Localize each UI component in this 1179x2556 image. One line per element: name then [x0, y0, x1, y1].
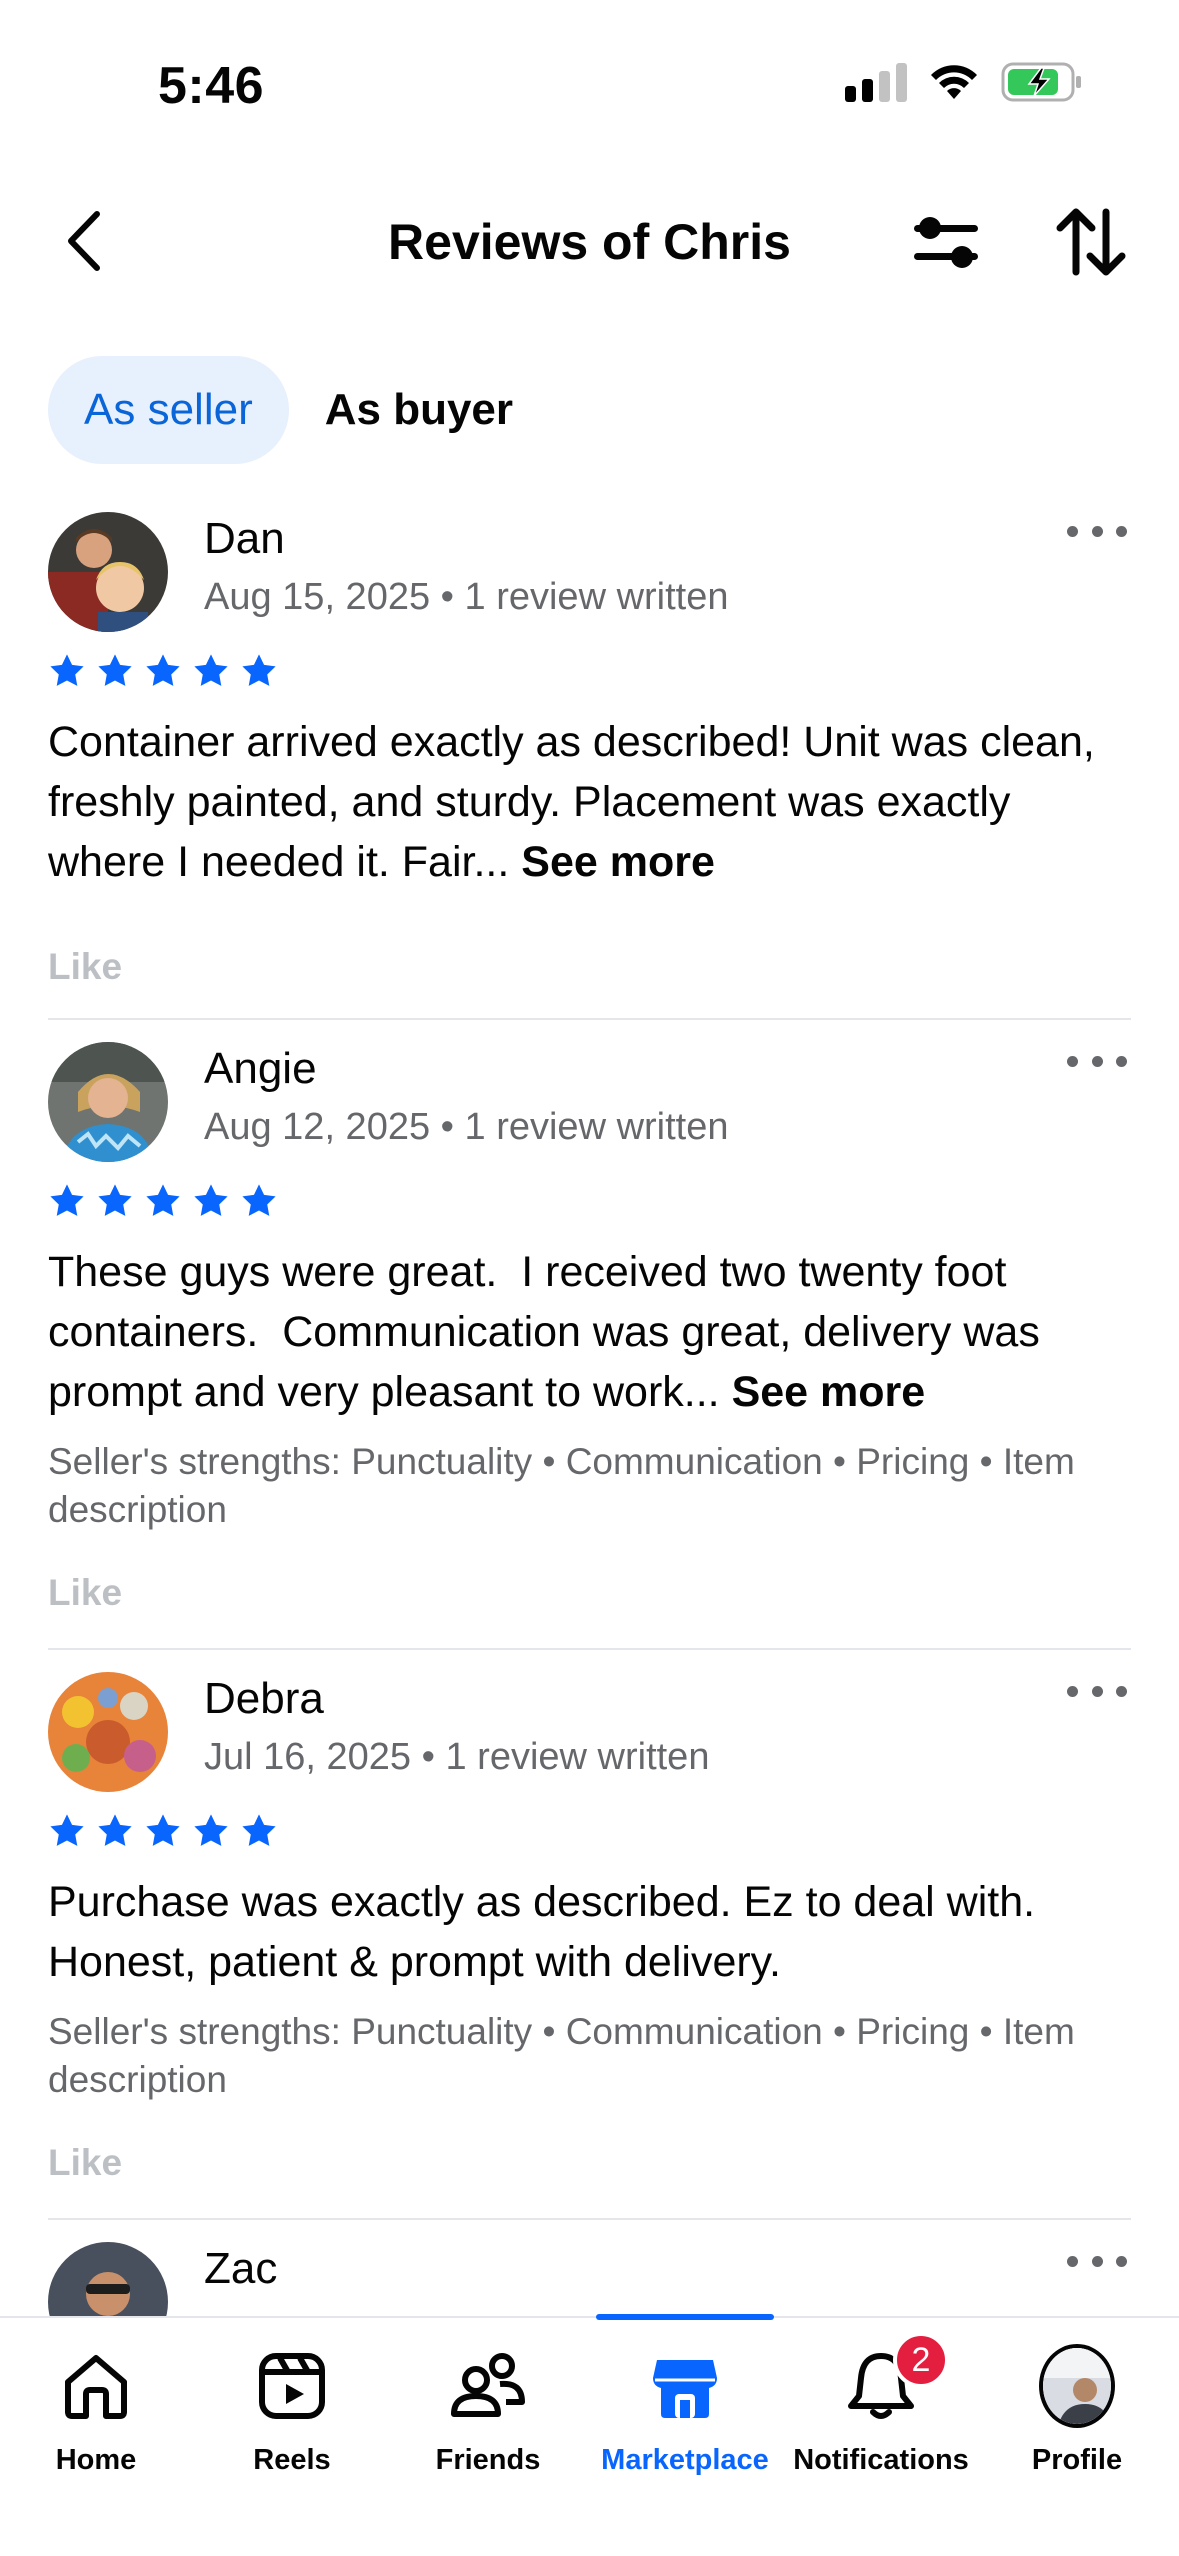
nav-friends[interactable]: Friends — [390, 2348, 586, 2477]
star-icon — [146, 654, 180, 686]
star-rating — [48, 652, 278, 690]
sort-button[interactable] — [1054, 206, 1128, 278]
home-icon — [65, 2355, 127, 2419]
review-meta: Jul 16, 2025 • 1 review written — [204, 1736, 710, 1778]
review-card: Debra Jul 16, 2025 • 1 review written Pu… — [48, 1650, 1131, 2220]
star-icon — [98, 654, 132, 686]
status-icons — [845, 62, 1083, 102]
battery-charging-icon — [1001, 62, 1081, 102]
wifi-icon — [931, 65, 977, 99]
star-icon — [98, 1814, 132, 1846]
like-button[interactable]: Like — [48, 946, 122, 988]
review-text: Container arrived exactly as described! … — [48, 712, 1131, 892]
bottom-navigation: Home Reels Friends Marketplace 2 Notific… — [0, 2314, 1179, 2556]
see-more-link[interactable]: See more — [521, 838, 715, 886]
star-icon — [194, 1184, 228, 1216]
reviews-page: 5:46 Reviews of Chris As seller As buyer… — [0, 0, 1179, 2556]
nav-marketplace[interactable]: Marketplace — [587, 2348, 783, 2477]
reviewer-name[interactable]: Angie — [204, 1044, 317, 1094]
notification-badge: 2 — [893, 2332, 949, 2388]
avatar[interactable] — [48, 1672, 168, 1792]
tab-as-buyer[interactable]: As buyer — [303, 356, 549, 464]
nav-notifications[interactable]: 2 Notifications — [783, 2332, 979, 2477]
nav-label: Friends — [435, 2444, 541, 2476]
more-options-button[interactable] — [1067, 1676, 1127, 1706]
reviewer-name[interactable]: Zac — [204, 2244, 277, 2294]
profile-avatar — [1039, 2344, 1115, 2428]
nav-reels[interactable]: Reels — [194, 2348, 390, 2477]
like-button[interactable]: Like — [48, 1572, 122, 1614]
see-more-link[interactable]: See more — [732, 1368, 926, 1416]
star-rating — [48, 1182, 278, 1220]
active-tab-indicator — [596, 2314, 774, 2320]
nav-label: Notifications — [793, 2444, 969, 2476]
star-icon — [50, 654, 84, 686]
page-title: Reviews of Chris — [388, 214, 791, 270]
review-text: Purchase was exactly as described. Ez to… — [48, 1872, 1131, 1992]
nav-home[interactable]: Home — [0, 2348, 194, 2477]
nav-profile[interactable]: Profile — [979, 2344, 1175, 2477]
like-button[interactable]: Like — [48, 2142, 122, 2184]
star-icon — [242, 1184, 276, 1216]
seller-strengths: Seller's strengths: Punctuality • Commun… — [48, 2011, 1075, 2100]
nav-label: Profile — [1031, 2444, 1123, 2476]
reviewer-name[interactable]: Dan — [204, 514, 285, 564]
review-body: Purchase was exactly as described. Ez to… — [48, 1878, 1036, 1986]
cellular-signal-icon — [845, 62, 907, 102]
reviews-list: Dan Aug 15, 2025 • 1 review written Cont… — [0, 490, 1179, 2420]
review-card: Angie Aug 12, 2025 • 1 review written Th… — [48, 1020, 1131, 1650]
star-icon — [146, 1184, 180, 1216]
more-options-button[interactable] — [1067, 2246, 1127, 2276]
reviewer-name[interactable]: Debra — [204, 1674, 324, 1724]
more-options-button[interactable] — [1067, 516, 1127, 546]
nav-label: Marketplace — [601, 2444, 769, 2476]
filter-sliders-icon — [914, 217, 978, 268]
review-meta: Aug 12, 2025 • 1 review written — [204, 1106, 729, 1148]
star-icon — [194, 654, 228, 686]
more-options-button[interactable] — [1067, 1046, 1127, 1076]
status-time: 5:46 — [158, 57, 265, 115]
star-icon — [98, 1184, 132, 1216]
review-card: Dan Aug 15, 2025 • 1 review written Cont… — [48, 490, 1131, 1020]
filter-button[interactable] — [910, 210, 984, 276]
review-meta: Aug 15, 2025 • 1 review written — [204, 576, 729, 618]
star-icon — [50, 1184, 84, 1216]
avatar[interactable] — [48, 512, 168, 632]
status-bar: 5:46 — [0, 0, 1179, 150]
marketplace-icon — [653, 2360, 717, 2418]
star-icon — [242, 654, 276, 686]
review-role-tabs: As seller As buyer — [48, 356, 549, 464]
star-rating — [48, 1812, 278, 1850]
nav-label: Home — [55, 2444, 137, 2476]
review-text: These guys were great. I received two tw… — [48, 1242, 1131, 1422]
nav-label: Reels — [253, 2444, 331, 2476]
star-icon — [146, 1814, 180, 1846]
sort-arrows-icon — [1056, 208, 1126, 276]
star-icon — [50, 1814, 84, 1846]
friends-icon — [451, 2353, 525, 2417]
tab-as-seller[interactable]: As seller — [48, 356, 289, 464]
seller-strengths: Seller's strengths: Punctuality • Commun… — [48, 1441, 1075, 1530]
avatar[interactable] — [48, 1042, 168, 1162]
reels-icon — [259, 2353, 325, 2419]
header: Reviews of Chris — [0, 180, 1179, 304]
star-icon — [194, 1814, 228, 1846]
star-icon — [242, 1814, 276, 1846]
